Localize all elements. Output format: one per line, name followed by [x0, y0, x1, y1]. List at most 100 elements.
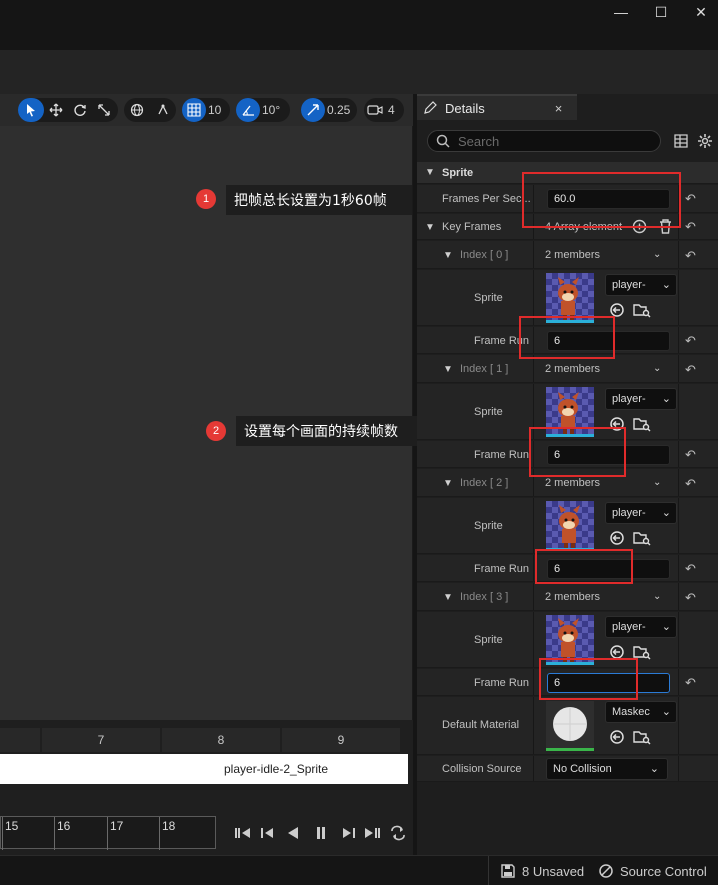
reset-arrow-icon[interactable]: ↶: [685, 248, 696, 264]
status-bar: 8 Unsaved Source Control: [0, 855, 718, 885]
table-view-button[interactable]: [673, 133, 689, 152]
chevron-down-icon: ⌄: [661, 507, 671, 519]
browse-asset-button[interactable]: [633, 530, 651, 549]
sprite-track[interactable]: player-idle-2_Sprite: [0, 754, 408, 784]
maximize-icon: ☐: [654, 3, 668, 20]
rotation-snap-value[interactable]: 10°: [260, 103, 284, 117]
grid-snap-value[interactable]: 10: [206, 103, 225, 117]
frame-number-8: 8: [162, 728, 280, 752]
camera-speed-value[interactable]: 4: [386, 103, 399, 117]
reset-arrow-icon[interactable]: ↶: [685, 476, 696, 492]
frame-number-7: 7: [42, 728, 160, 752]
use-selected-asset-button[interactable]: [609, 729, 625, 748]
loop-button[interactable]: [387, 822, 409, 844]
reset-arrow-icon[interactable]: ↶: [685, 191, 696, 207]
timeline-scrubber[interactable]: 15 16 17 18: [0, 816, 216, 850]
scale-snap-group: 0.25: [301, 98, 357, 122]
scale-snap-value[interactable]: 0.25: [325, 103, 354, 117]
members-count: 2 members: [545, 249, 601, 261]
keyframe-index-row[interactable]: ▼ Index [ 3 ] 2 members ⌄ ↶: [417, 583, 718, 611]
sprite-asset-dropdown[interactable]: player- ⌄: [605, 616, 677, 638]
step-forward-button[interactable]: [339, 822, 359, 844]
save-icon: [501, 864, 515, 878]
property-label: Sprite: [474, 634, 503, 646]
highlight-box: [539, 658, 638, 700]
sprite-thumbnail[interactable]: [546, 501, 594, 551]
skip-to-start-button[interactable]: [232, 822, 254, 844]
property-label: Frames Per Sec...: [442, 193, 531, 205]
move-icon: [49, 103, 63, 117]
step-back-button[interactable]: [257, 822, 277, 844]
browse-asset-button[interactable]: [633, 416, 651, 435]
scale-snap-toggle[interactable]: [301, 98, 325, 122]
chevron-down-icon: ⌄: [661, 706, 671, 718]
camera-speed-group: 4: [364, 98, 404, 122]
reset-arrow-icon[interactable]: ↶: [685, 590, 696, 606]
world-space-button[interactable]: [124, 98, 150, 122]
reset-arrow-icon[interactable]: ↶: [685, 362, 696, 378]
frame-cell: [0, 728, 40, 752]
details-search-input[interactable]: Search: [427, 130, 661, 152]
unsaved-button[interactable]: 8 Unsaved: [500, 863, 584, 879]
pause-button[interactable]: [311, 822, 331, 844]
highlight-box: [519, 316, 615, 359]
fox-sprite-image: [559, 505, 580, 548]
index-label: Index [ 1 ]: [460, 363, 509, 375]
step-forward-icon: [343, 828, 355, 838]
grid-snap-toggle[interactable]: [182, 98, 206, 122]
search-placeholder: Search: [458, 133, 500, 149]
scale-tool-button[interactable]: [92, 98, 116, 122]
reset-arrow-icon[interactable]: ↶: [685, 675, 696, 691]
material-thumbnail[interactable]: [546, 701, 594, 751]
skip-to-end-button[interactable]: [361, 822, 383, 844]
sprite-asset-dropdown[interactable]: player- ⌄: [605, 274, 677, 296]
reset-arrow-icon[interactable]: ↶: [685, 333, 696, 349]
collision-source-dropdown[interactable]: No Collision ⌄: [546, 758, 668, 780]
rotate-tool-button[interactable]: [68, 98, 92, 122]
folder-search-icon: [633, 304, 651, 318]
browse-asset-button[interactable]: [633, 302, 651, 321]
index-label: Index [ 2 ]: [460, 477, 509, 489]
chevron-down-icon: ⌄: [653, 591, 662, 602]
highlight-box: [522, 172, 681, 228]
browse-asset-button[interactable]: [633, 729, 651, 748]
sprite-asset-dropdown[interactable]: player- ⌄: [605, 388, 677, 410]
scale-icon: [98, 104, 110, 116]
reset-arrow-icon[interactable]: ↶: [685, 561, 696, 577]
gear-icon: [698, 134, 712, 148]
sprite-property-row: Sprite player- ⌄: [417, 498, 718, 554]
members-count: 2 members: [545, 591, 601, 603]
angle-icon: [242, 105, 254, 116]
table-icon: [674, 134, 688, 148]
surface-snap-button[interactable]: [150, 98, 176, 122]
close-window-button[interactable]: ✕: [678, 0, 718, 24]
keyframe-index-row[interactable]: ▼ Index [ 0 ] 2 members ⌄ ↶: [417, 241, 718, 269]
chevron-down-icon: ⌄: [649, 763, 659, 775]
arrow-left-circle-icon: [610, 531, 624, 545]
chevron-down-icon: ▼: [443, 250, 453, 261]
settings-button[interactable]: [697, 133, 713, 152]
camera-speed-button[interactable]: [364, 98, 386, 122]
use-selected-asset-button[interactable]: [609, 530, 625, 549]
play-reverse-button[interactable]: [283, 822, 303, 844]
property-label: Collision Source: [442, 763, 522, 775]
material-sphere-icon: [553, 707, 587, 741]
reset-arrow-icon[interactable]: ↶: [685, 447, 696, 463]
details-tab[interactable]: Details ×: [417, 94, 577, 120]
chevron-down-icon: ⌄: [661, 621, 671, 633]
sprite-asset-dropdown[interactable]: player- ⌄: [605, 502, 677, 524]
material-dropdown[interactable]: Maskec ⌄: [605, 701, 677, 723]
rotation-snap-toggle[interactable]: [236, 98, 260, 122]
tab-bar: [0, 50, 718, 94]
camera-icon: [367, 105, 383, 115]
play-reverse-icon: [288, 827, 298, 839]
chevron-down-icon: ▼: [425, 222, 435, 233]
move-tool-button[interactable]: [44, 98, 68, 122]
reset-arrow-icon[interactable]: ↶: [685, 219, 696, 235]
select-tool-button[interactable]: [18, 98, 44, 122]
keyframe-index-row[interactable]: ▼ Index [ 1 ] 2 members ⌄ ↶: [417, 355, 718, 383]
source-control-button[interactable]: Source Control: [598, 863, 707, 879]
close-tab-button[interactable]: ×: [555, 101, 563, 116]
skip-start-icon: [235, 828, 250, 838]
cursor-icon: [27, 104, 35, 117]
